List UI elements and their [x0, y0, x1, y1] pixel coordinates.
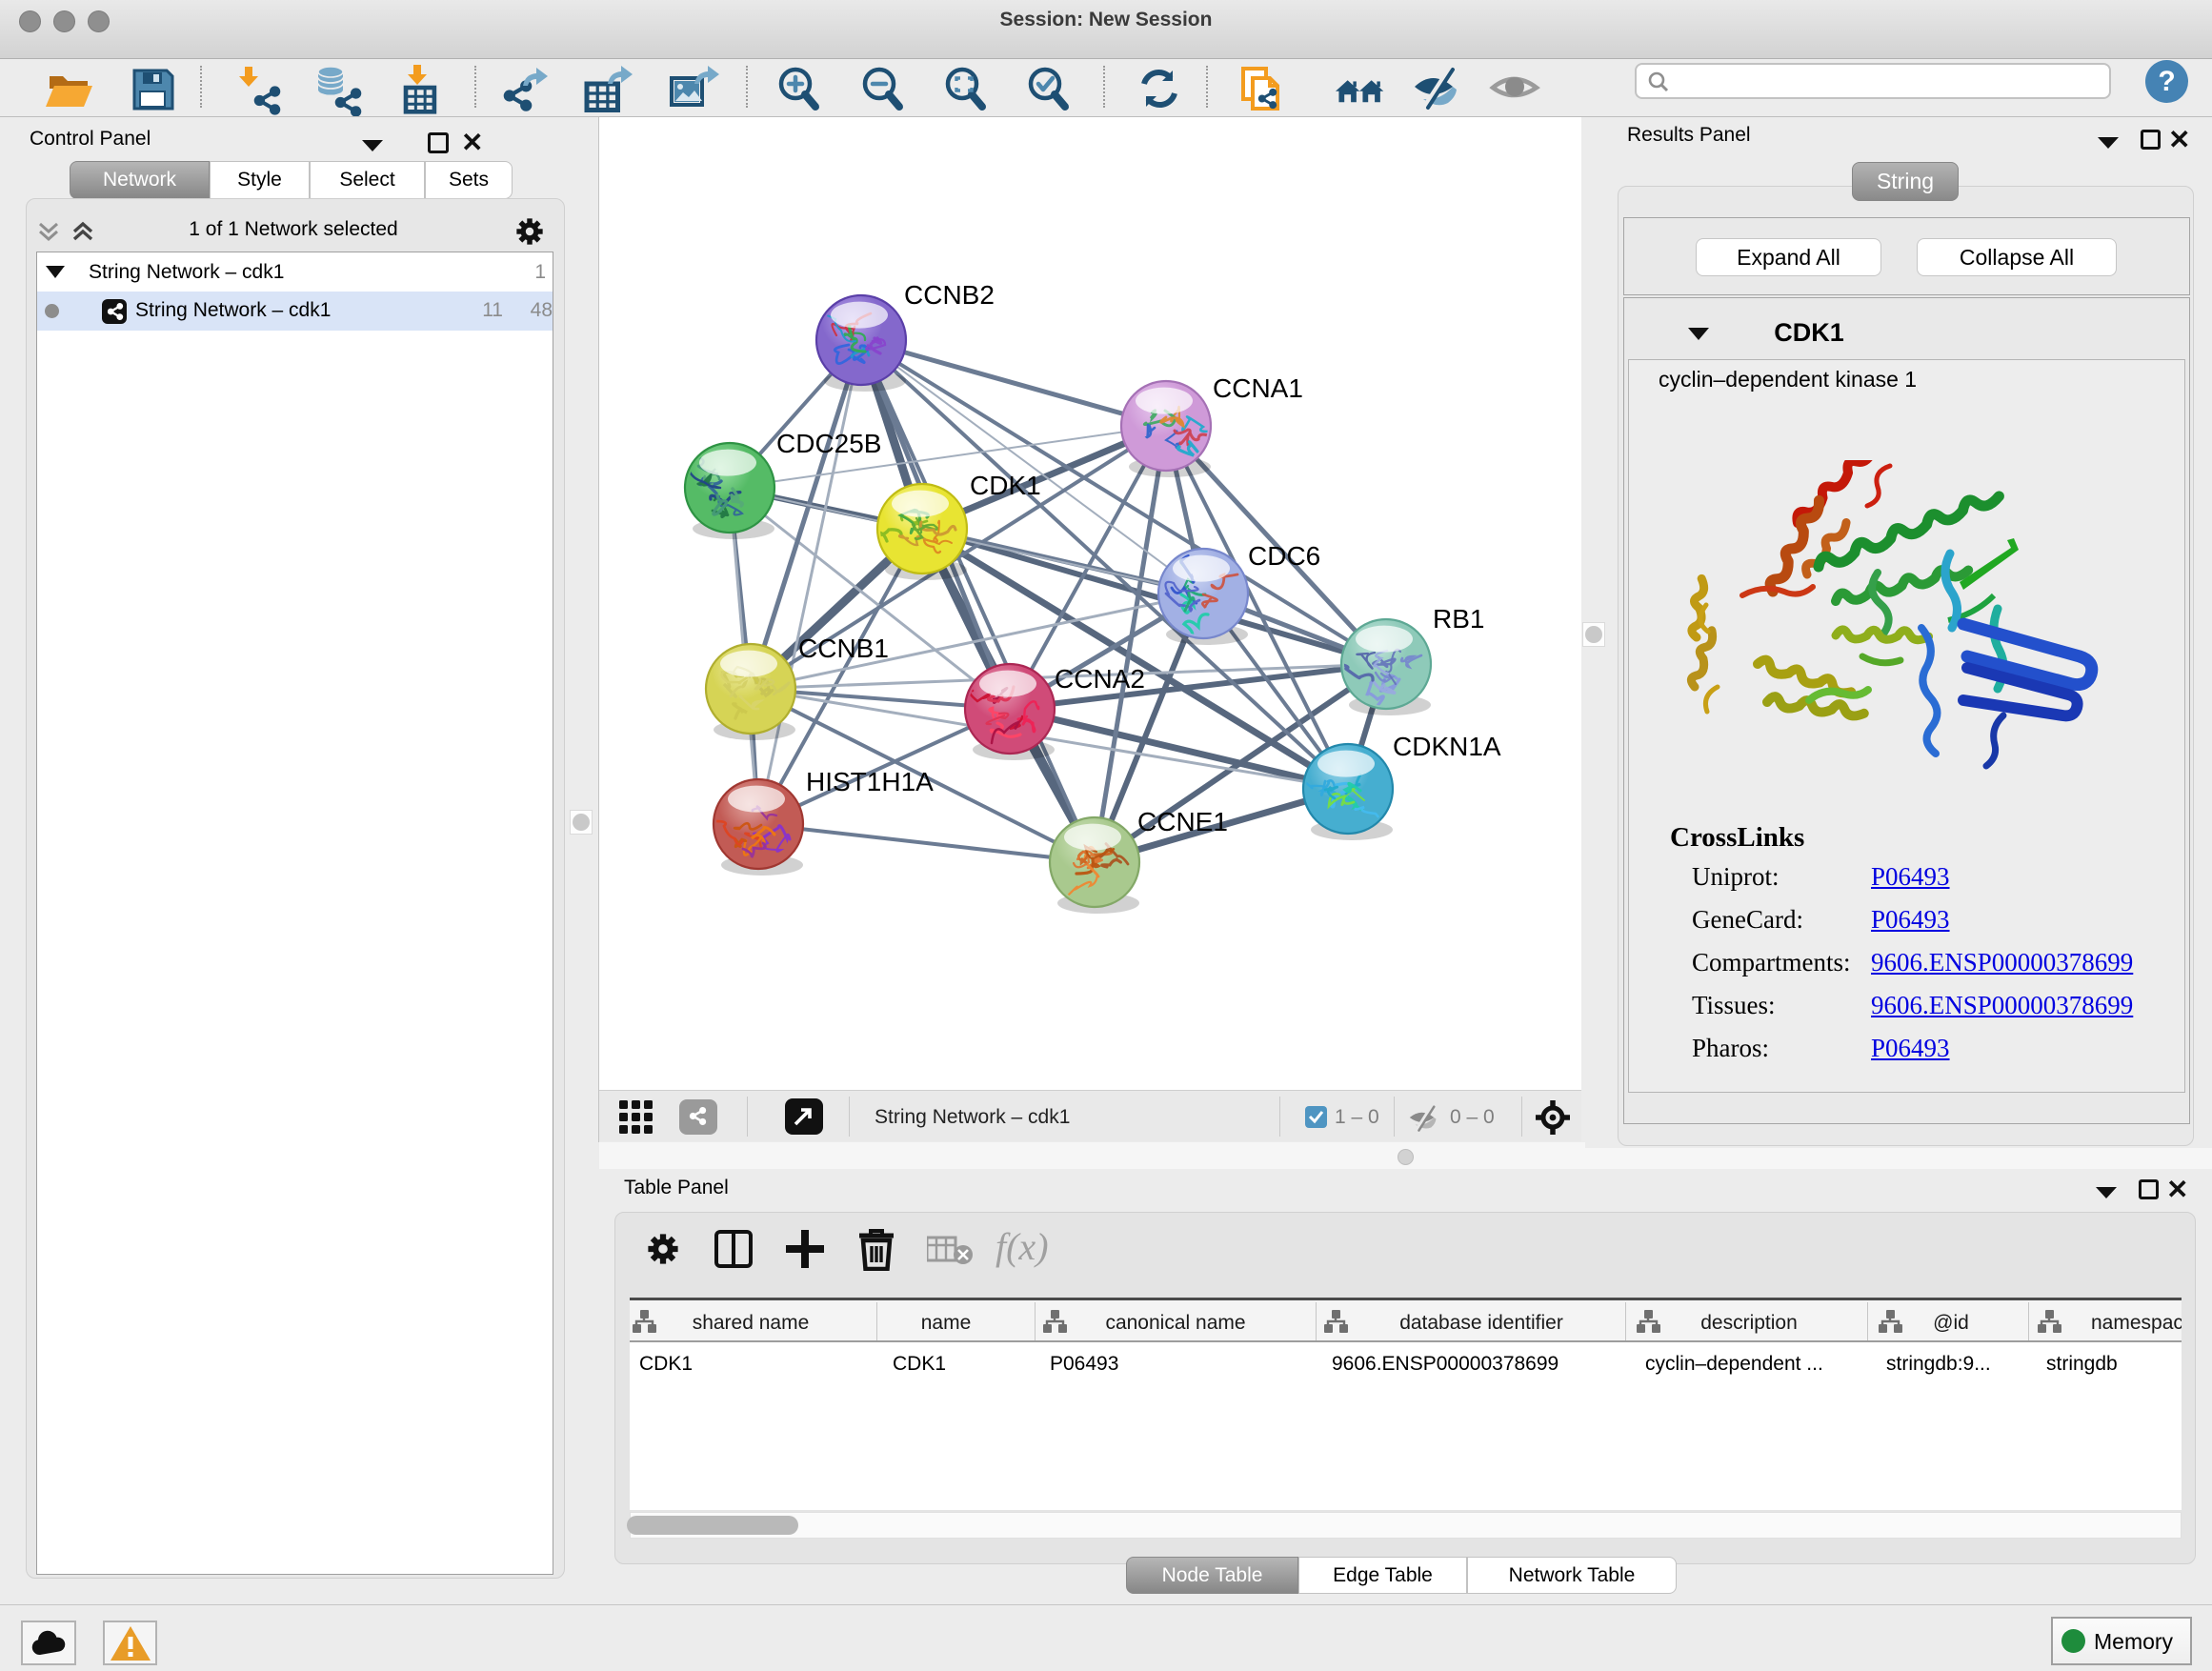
svg-text:CCNB1: CCNB1	[798, 634, 889, 663]
svg-text:database identifier: database identifier	[1399, 1312, 1563, 1334]
svg-text:name: name	[921, 1312, 972, 1334]
svg-text:namespace: namespace	[2091, 1312, 2182, 1334]
svg-text:HIST1H1A: HIST1H1A	[806, 767, 934, 796]
svg-text:shared name: shared name	[693, 1312, 810, 1334]
svg-text:CCNB2: CCNB2	[904, 280, 995, 310]
svg-text:CCNE1: CCNE1	[1137, 807, 1228, 836]
svg-text:CCNA1: CCNA1	[1213, 373, 1303, 403]
svg-text:canonical name: canonical name	[1105, 1312, 1245, 1334]
svg-text:CDC6: CDC6	[1248, 541, 1320, 571]
svg-text:CDKN1A: CDKN1A	[1393, 732, 1501, 761]
svg-text:CCNA2: CCNA2	[1055, 664, 1145, 694]
svg-text:description: description	[1700, 1312, 1798, 1334]
svg-text:CDC25B: CDC25B	[776, 429, 881, 458]
svg-text:RB1: RB1	[1433, 604, 1484, 634]
svg-text:@id: @id	[1933, 1312, 1969, 1334]
svg-text:CDK1: CDK1	[970, 471, 1041, 500]
